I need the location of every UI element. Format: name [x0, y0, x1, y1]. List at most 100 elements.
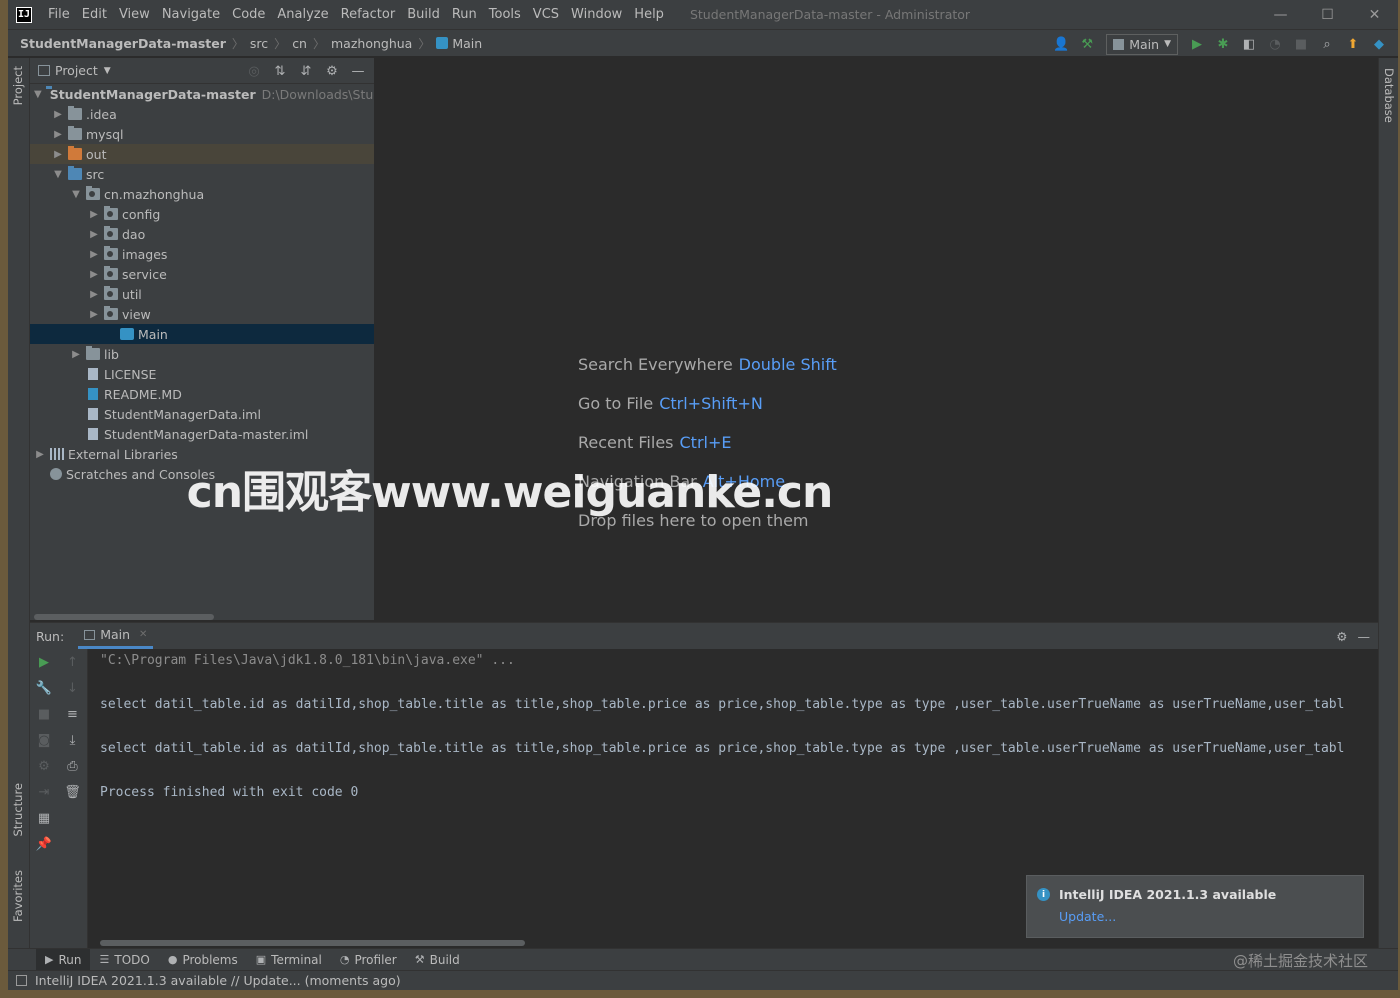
chevron-right-icon[interactable]: ▶	[52, 109, 64, 120]
scroll-to-end-icon[interactable]: ⤓	[58, 727, 87, 753]
hide-icon[interactable]: —	[1358, 629, 1371, 644]
breadcrumb-cn[interactable]: cn	[292, 36, 307, 51]
menu-help[interactable]: Help	[628, 7, 670, 22]
tree-item-images[interactable]: ▶ images	[30, 244, 374, 264]
maximize-button[interactable]: ☐	[1304, 0, 1351, 29]
run-configuration-select[interactable]: Main ▼	[1106, 33, 1178, 55]
tree-item-scratches[interactable]: Scratches and Consoles	[30, 464, 374, 484]
arrow-up-icon[interactable]: ↑	[58, 649, 87, 675]
jetbrains-toolbox-icon[interactable]: ◆	[1368, 33, 1390, 55]
chevron-down-icon[interactable]: ▼	[34, 89, 42, 100]
console-horizontal-scrollbar[interactable]	[100, 940, 525, 946]
tree-item-project-root[interactable]: ▼ StudentManagerData-master D:\Downloads…	[30, 84, 374, 104]
tool-tab-build[interactable]: ⚒ Build	[406, 949, 469, 971]
settings-icon[interactable]: ⚙	[30, 753, 58, 779]
chevron-right-icon[interactable]: ▶	[88, 229, 100, 240]
chevron-down-icon[interactable]: ▼	[104, 66, 111, 76]
close-icon[interactable]: ✕	[139, 629, 147, 640]
collapse-all-icon[interactable]: ⇵	[296, 64, 316, 79]
stop-icon[interactable]: ■	[1290, 33, 1312, 55]
tree-item-license[interactable]: LICENSE	[30, 364, 374, 384]
tree-item-config[interactable]: ▶ config	[30, 204, 374, 224]
favorites-tool-tab[interactable]: Favorites	[11, 870, 25, 922]
hide-icon[interactable]: —	[348, 64, 368, 79]
chevron-right-icon[interactable]: ▶	[70, 349, 82, 360]
chevron-right-icon[interactable]: ▶	[34, 449, 46, 460]
project-tool-tab[interactable]: Project	[11, 66, 25, 105]
tree-item-dao[interactable]: ▶ dao	[30, 224, 374, 244]
tree-item-src[interactable]: ▼ src	[30, 164, 374, 184]
print-icon[interactable]: ⎙	[58, 753, 87, 779]
minimize-button[interactable]: —	[1257, 0, 1304, 29]
tree-item-readme[interactable]: README.MD	[30, 384, 374, 404]
tree-item-lib[interactable]: ▶ lib	[30, 344, 374, 364]
tree-item-main[interactable]: Main	[30, 324, 374, 344]
chevron-down-icon[interactable]: ▼	[70, 189, 82, 200]
breadcrumb-mazhonghua[interactable]: mazhonghua	[331, 36, 412, 51]
tree-item-view[interactable]: ▶ view	[30, 304, 374, 324]
locate-icon[interactable]: ◎	[244, 64, 264, 79]
project-panel-title[interactable]: Project	[55, 63, 98, 78]
search-icon[interactable]: ⌕	[1316, 33, 1338, 55]
wrench-icon[interactable]: 🔧	[30, 675, 58, 701]
expand-all-icon[interactable]: ⇅	[270, 64, 290, 79]
horizontal-scrollbar[interactable]	[34, 614, 214, 620]
tree-item-external-libraries[interactable]: ▶ External Libraries	[30, 444, 374, 464]
menu-window[interactable]: Window	[565, 7, 628, 22]
breadcrumb-project[interactable]: StudentManagerData-master	[20, 36, 226, 51]
tool-tab-terminal[interactable]: ▣ Terminal	[247, 949, 331, 971]
tree-item-iml-1[interactable]: StudentManagerData.iml	[30, 404, 374, 424]
arrow-down-icon[interactable]: ↓	[58, 675, 87, 701]
menu-build[interactable]: Build	[401, 7, 446, 22]
trash-icon[interactable]: 🗑	[58, 779, 87, 805]
menu-edit[interactable]: Edit	[76, 7, 113, 22]
profile-icon[interactable]: ◔	[1264, 33, 1286, 55]
chevron-right-icon[interactable]: ▶	[88, 249, 100, 260]
layout-icon[interactable]: ▦	[30, 805, 58, 831]
run-tab-main[interactable]: Main ✕	[78, 623, 154, 649]
coverage-icon[interactable]: ◧	[1238, 33, 1260, 55]
menu-file[interactable]: File	[42, 7, 76, 22]
chevron-right-icon[interactable]: ▶	[88, 209, 100, 220]
tool-tab-profiler[interactable]: ◔ Profiler	[331, 949, 406, 971]
chevron-down-icon[interactable]: ▼	[52, 169, 64, 180]
tree-item-iml-2[interactable]: StudentManagerData-master.iml	[30, 424, 374, 444]
pin-icon[interactable]: 📌	[30, 831, 58, 857]
database-tool-tab[interactable]: Database	[1382, 68, 1396, 123]
close-button[interactable]: ✕	[1351, 0, 1398, 29]
chevron-right-icon[interactable]: ▶	[88, 309, 100, 320]
menu-run[interactable]: Run	[446, 7, 483, 22]
camera-icon[interactable]: ◙	[30, 727, 58, 753]
breadcrumb-src[interactable]: src	[250, 36, 268, 51]
soft-wrap-icon[interactable]: ≡	[58, 701, 87, 727]
tree-item-mysql[interactable]: ▶ mysql	[30, 124, 374, 144]
run-icon[interactable]: ▶	[1186, 33, 1208, 55]
tree-item-util[interactable]: ▶ util	[30, 284, 374, 304]
build-hammer-icon[interactable]: ⚒	[1076, 33, 1098, 55]
chevron-right-icon[interactable]: ▶	[52, 129, 64, 140]
menu-navigate[interactable]: Navigate	[156, 7, 226, 22]
update-link[interactable]: Update...	[1059, 909, 1116, 924]
menu-analyze[interactable]: Analyze	[271, 7, 334, 22]
tree-item-idea[interactable]: ▶ .idea	[30, 104, 374, 124]
chevron-right-icon[interactable]: ▶	[52, 149, 64, 160]
exit-icon[interactable]: ⇥	[30, 779, 58, 805]
stop-icon[interactable]: ■	[30, 701, 58, 727]
tree-item-package[interactable]: ▼ cn.mazhonghua	[30, 184, 374, 204]
tree-item-service[interactable]: ▶ service	[30, 264, 374, 284]
tool-windows-toggle-icon[interactable]	[16, 975, 27, 986]
gear-icon[interactable]: ⚙	[322, 64, 342, 79]
menu-view[interactable]: View	[113, 7, 156, 22]
breadcrumb-main[interactable]: Main	[452, 36, 482, 51]
tool-tab-problems[interactable]: ● Problems	[159, 949, 247, 971]
tool-tab-run[interactable]: ▶ Run	[36, 948, 91, 971]
menu-tools[interactable]: Tools	[483, 7, 527, 22]
debug-icon[interactable]: ✱	[1212, 33, 1234, 55]
tool-tab-todo[interactable]: ☰ TODO	[90, 949, 158, 971]
gear-icon[interactable]: ⚙	[1336, 629, 1347, 644]
rerun-icon[interactable]: ▶	[30, 649, 58, 675]
tree-item-out[interactable]: ▶ out	[30, 144, 374, 164]
user-icon[interactable]: 👤	[1050, 33, 1072, 55]
chevron-right-icon[interactable]: ▶	[88, 269, 100, 280]
chevron-right-icon[interactable]: ▶	[88, 289, 100, 300]
